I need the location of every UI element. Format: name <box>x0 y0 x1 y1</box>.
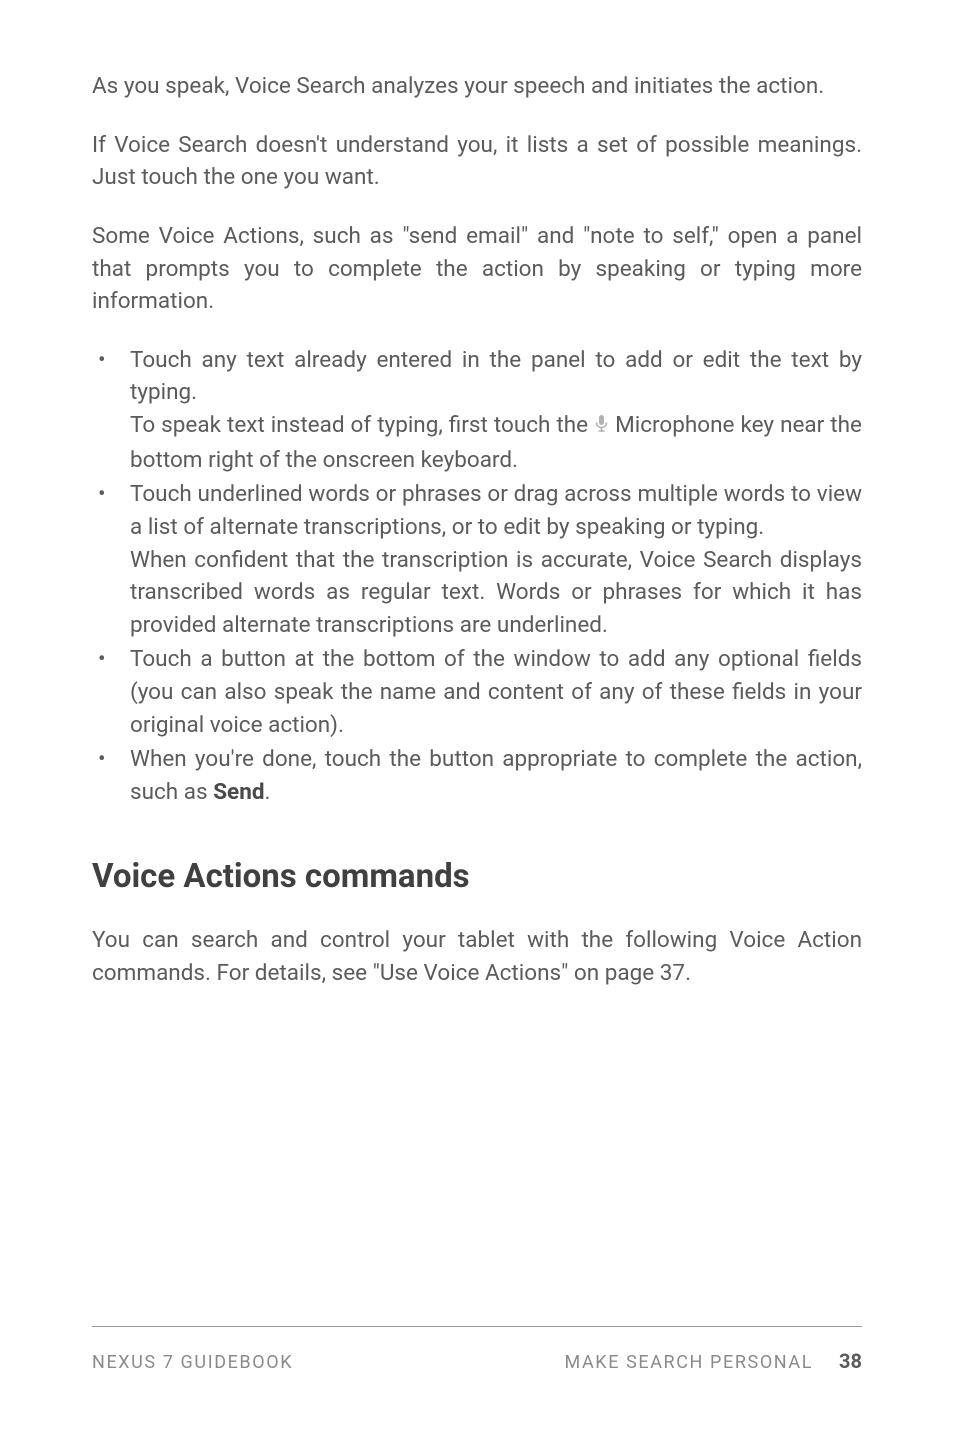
paragraph-1: As you speak, Voice Search analyzes your… <box>92 70 862 103</box>
paragraph-2: If Voice Search doesn't understand you, … <box>92 129 862 194</box>
bullet-text: To speak text instead of typing, first t… <box>130 409 862 476</box>
bullet-text: Touch a button at the bottom of the wind… <box>130 646 862 737</box>
bold-text: Send <box>213 779 264 805</box>
section-heading: Voice Actions commands <box>92 853 862 901</box>
footer-book-title: NEXUS 7 GUIDEBOOK <box>92 1352 293 1373</box>
footer-right-group: MAKE SEARCH PERSONAL 38 <box>564 1349 862 1373</box>
text-fragment: . <box>265 779 271 805</box>
list-item: Touch underlined words or phrases or dra… <box>92 478 862 641</box>
page-content: As you speak, Voice Search analyzes your… <box>92 70 862 990</box>
page-number: 38 <box>839 1349 862 1373</box>
bullet-text: Touch underlined words or phrases or dra… <box>130 478 862 543</box>
list-item: Touch a button at the bottom of the wind… <box>92 643 862 741</box>
list-item: Touch any text already entered in the pa… <box>92 344 862 477</box>
microphone-icon <box>594 411 609 444</box>
text-fragment: To speak text instead of typing, first t… <box>130 412 594 438</box>
bullet-text: Touch any text already entered in the pa… <box>130 344 862 409</box>
bullet-text: When confident that the transcription is… <box>130 544 862 642</box>
bullet-list: Touch any text already entered in the pa… <box>92 344 862 809</box>
page-footer: NEXUS 7 GUIDEBOOK MAKE SEARCH PERSONAL 3… <box>92 1326 862 1373</box>
list-item: When you're done, touch the button appro… <box>92 743 862 808</box>
footer-chapter-title: MAKE SEARCH PERSONAL <box>564 1352 813 1373</box>
footer-divider <box>92 1326 862 1327</box>
footer-row: NEXUS 7 GUIDEBOOK MAKE SEARCH PERSONAL 3… <box>92 1349 862 1373</box>
paragraph-3: Some Voice Actions, such as "send email"… <box>92 220 862 318</box>
section-paragraph: You can search and control your tablet w… <box>92 924 862 989</box>
